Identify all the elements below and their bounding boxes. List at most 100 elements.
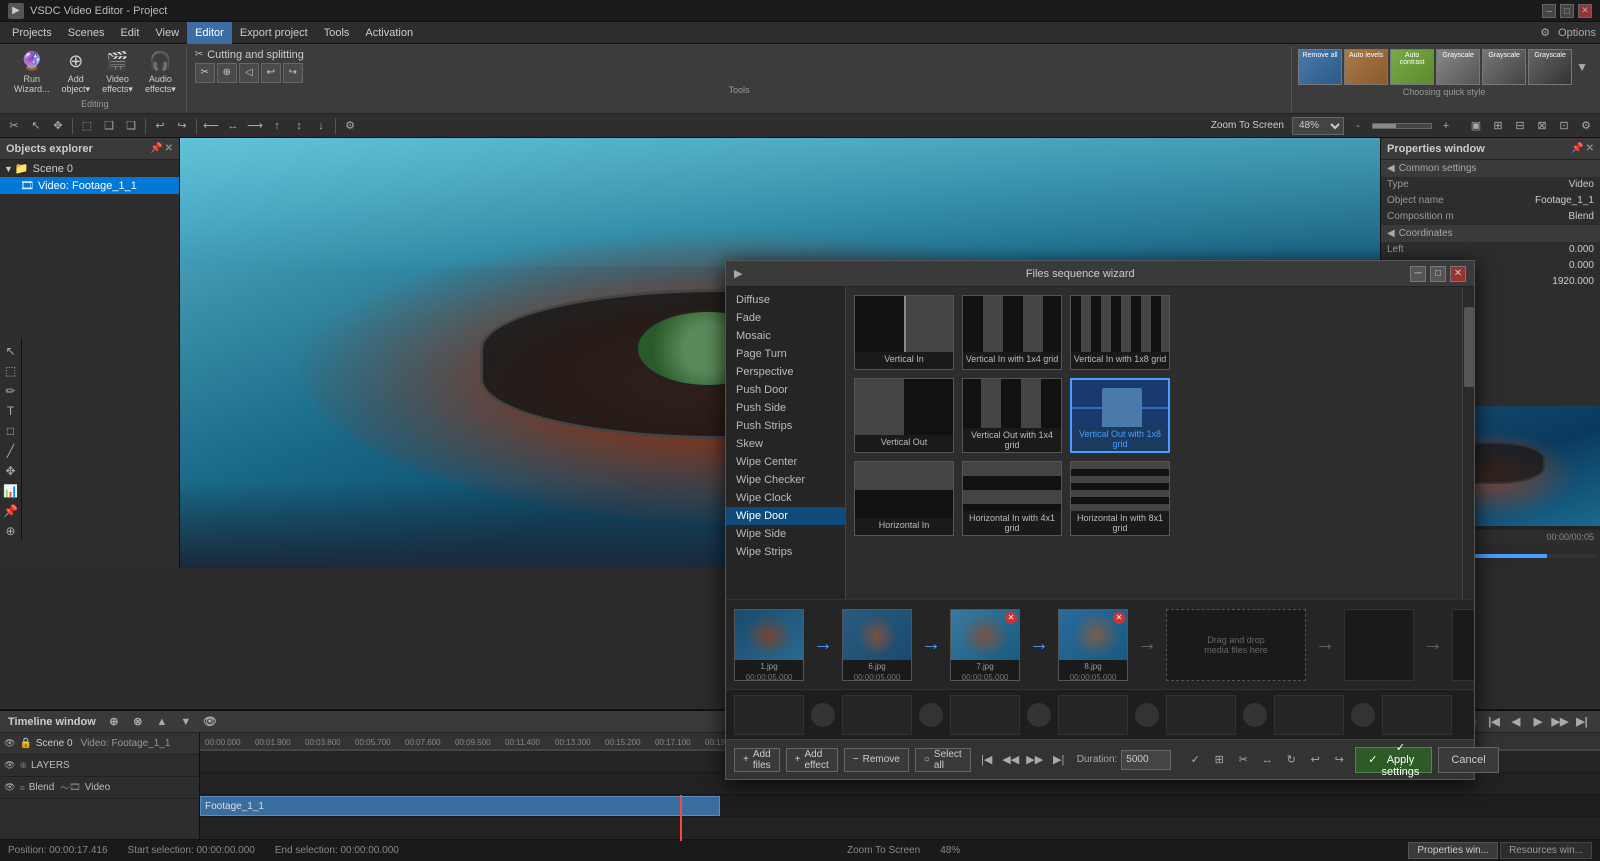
- transition-fade[interactable]: Fade: [726, 309, 845, 327]
- circle-5: [1240, 695, 1270, 735]
- circle-2: [916, 695, 946, 735]
- file-thumb-3[interactable]: 7.jpg 00:00:05.000 ✕: [950, 609, 1020, 681]
- apply-label: ✓ Apply settings: [1382, 741, 1420, 778]
- file-person-1: [745, 615, 793, 658]
- empty-r2-1: [734, 695, 804, 735]
- transition-push-strips[interactable]: Push Strips: [726, 417, 845, 435]
- duration-input[interactable]: [1121, 750, 1171, 770]
- wizard-transition-list: Diffuse Fade Mosaic Page Turn Perspectiv…: [726, 287, 846, 599]
- thumb-img-5: [963, 379, 1061, 428]
- select-circle-icon: ○: [924, 754, 930, 765]
- arrow-2[interactable]: →: [916, 609, 946, 681]
- wizard-min-btn[interactable]: ─: [1410, 266, 1426, 282]
- rotate-icon[interactable]: ↻: [1281, 750, 1301, 770]
- transition-wipe-door[interactable]: Wipe Door: [726, 507, 845, 525]
- thumb-label-2: Vertical In with 1x4 grid: [964, 352, 1061, 366]
- drop-label: Drag and drop media files here: [1204, 635, 1268, 655]
- file-remove-4[interactable]: ✕: [1113, 612, 1125, 624]
- arrow-4[interactable]: →: [1132, 609, 1162, 681]
- thumb-vert-in-1x8[interactable]: Vertical In with 1x8 grid: [1070, 295, 1170, 370]
- thumb-img-1: [855, 296, 953, 352]
- thumb-label-3: Vertical In with 1x8 grid: [1072, 352, 1169, 366]
- wizard-row-1: Vertical In Vertical In with 1x4 grid Ve…: [854, 295, 1454, 370]
- file-name-2: 6.jpg: [843, 660, 911, 673]
- wizard-overlay: ▶ Files sequence wizard ─ □ ✕ Diffuse Fa…: [0, 0, 1600, 861]
- apply-check-icon: ✓: [1368, 753, 1377, 766]
- thumb-horiz-in[interactable]: Horizontal In: [854, 461, 954, 536]
- select-all-btn[interactable]: ○ Select all: [915, 748, 971, 772]
- file-time-3: 00:00:05.000: [951, 673, 1019, 682]
- transition-perspective[interactable]: Perspective: [726, 363, 845, 381]
- add-files-label: Add files: [753, 749, 771, 771]
- file-img-2: [843, 610, 911, 660]
- flip-icon[interactable]: ↔: [1257, 750, 1277, 770]
- wizard-scrollbar[interactable]: [1462, 287, 1474, 599]
- redo-foot-icon[interactable]: ↪: [1329, 750, 1349, 770]
- arrow-6: →: [1418, 609, 1448, 681]
- transition-wipe-side[interactable]: Wipe Side: [726, 525, 845, 543]
- drop-zone[interactable]: Drag and drop media files here: [1166, 609, 1306, 681]
- empty-slot-1: [1344, 609, 1414, 681]
- transition-skew[interactable]: Skew: [726, 435, 845, 453]
- play-control-last[interactable]: ▶|: [1049, 750, 1069, 770]
- thumb-vert-out[interactable]: Vertical Out: [854, 378, 954, 453]
- thumb-vert-in-1x4[interactable]: Vertical In with 1x4 grid: [962, 295, 1062, 370]
- transition-push-door[interactable]: Push Door: [726, 381, 845, 399]
- undo-foot-icon[interactable]: ↩: [1305, 750, 1325, 770]
- remove-btn[interactable]: − Remove: [844, 748, 909, 772]
- resize-icon[interactable]: ⊞: [1209, 750, 1229, 770]
- add-files-btn[interactable]: + Add files: [734, 748, 780, 772]
- file-remove-3[interactable]: ✕: [1005, 612, 1017, 624]
- transition-diffuse[interactable]: Diffuse: [726, 291, 845, 309]
- thumb-img-8: [963, 462, 1061, 511]
- transition-wipe-strips[interactable]: Wipe Strips: [726, 543, 845, 561]
- thumb-vert-out-1x8[interactable]: Vertical Out with 1x8 grid: [1070, 378, 1170, 453]
- thumb-horiz-in-8x1[interactable]: Horizontal In with 8x1 grid: [1070, 461, 1170, 536]
- check-icon[interactable]: ✓: [1185, 750, 1205, 770]
- select-all-label: Select all: [934, 749, 962, 771]
- circle-icon-5: [1243, 703, 1267, 727]
- thumb-label-1: Vertical In: [882, 352, 926, 366]
- wizard-scrollthumb[interactable]: [1464, 307, 1474, 387]
- arrow-5: →: [1310, 609, 1340, 681]
- apply-settings-btn[interactable]: ✓ ✓ Apply settings: [1355, 747, 1432, 773]
- transition-wipe-clock[interactable]: Wipe Clock: [726, 489, 845, 507]
- empty-r2-3: [950, 695, 1020, 735]
- wizard-action-icons: ✓ ⊞ ✂ ↔ ↻ ↩ ↪: [1185, 750, 1349, 770]
- thumb-label-7: Horizontal In: [877, 518, 932, 532]
- play-control-prev[interactable]: ◀◀: [1001, 750, 1021, 770]
- thumb-label-8: Horizontal In with 4x1 grid: [963, 511, 1061, 535]
- wizard-titlebar: ▶ Files sequence wizard ─ □ ✕: [726, 261, 1474, 287]
- thumb-horiz-in-4x1[interactable]: Horizontal In with 4x1 grid: [962, 461, 1062, 536]
- wizard-max-btn[interactable]: □: [1430, 266, 1446, 282]
- thumb-vert-out-1x4[interactable]: Vertical Out with 1x4 grid: [962, 378, 1062, 453]
- file-thumb-4[interactable]: 8.jpg 00:00:05.000 ✕: [1058, 609, 1128, 681]
- thumb-img-3: [1071, 296, 1169, 352]
- file-img-1: [735, 610, 803, 660]
- transition-page-turn[interactable]: Page Turn: [726, 345, 845, 363]
- play-control-next[interactable]: ▶▶: [1025, 750, 1045, 770]
- crop-icon[interactable]: ✂: [1233, 750, 1253, 770]
- arrow-3[interactable]: →: [1024, 609, 1054, 681]
- file-thumb-2[interactable]: 6.jpg 00:00:05.000: [842, 609, 912, 681]
- transition-wipe-center[interactable]: Wipe Center: [726, 453, 845, 471]
- play-control-first[interactable]: |◀: [977, 750, 997, 770]
- empty-r2-6: [1274, 695, 1344, 735]
- file-name-3: 7.jpg: [951, 660, 1019, 673]
- arrow-1[interactable]: →: [808, 609, 838, 681]
- wizard-close-btn[interactable]: ✕: [1450, 266, 1466, 282]
- file-thumb-1[interactable]: 1.jpg 00:00:05.000: [734, 609, 804, 681]
- duration-control: |◀ ◀◀ ▶▶ ▶| Duration:: [977, 750, 1172, 770]
- add-effect-btn[interactable]: + Add effect: [786, 748, 838, 772]
- transition-push-side[interactable]: Push Side: [726, 399, 845, 417]
- thumb-vert-in[interactable]: Vertical In: [854, 295, 954, 370]
- add-effect-label: Add effect: [804, 749, 828, 771]
- empty-slot-2: [1452, 609, 1474, 681]
- circle-6: [1348, 695, 1378, 735]
- transition-mosaic[interactable]: Mosaic: [726, 327, 845, 345]
- wizard-dialog: ▶ Files sequence wizard ─ □ ✕ Diffuse Fa…: [725, 260, 1475, 780]
- empty-r2-2: [842, 695, 912, 735]
- transition-wipe-checker[interactable]: Wipe Checker: [726, 471, 845, 489]
- remove-icon: −: [853, 754, 859, 765]
- cancel-btn[interactable]: Cancel: [1438, 747, 1498, 773]
